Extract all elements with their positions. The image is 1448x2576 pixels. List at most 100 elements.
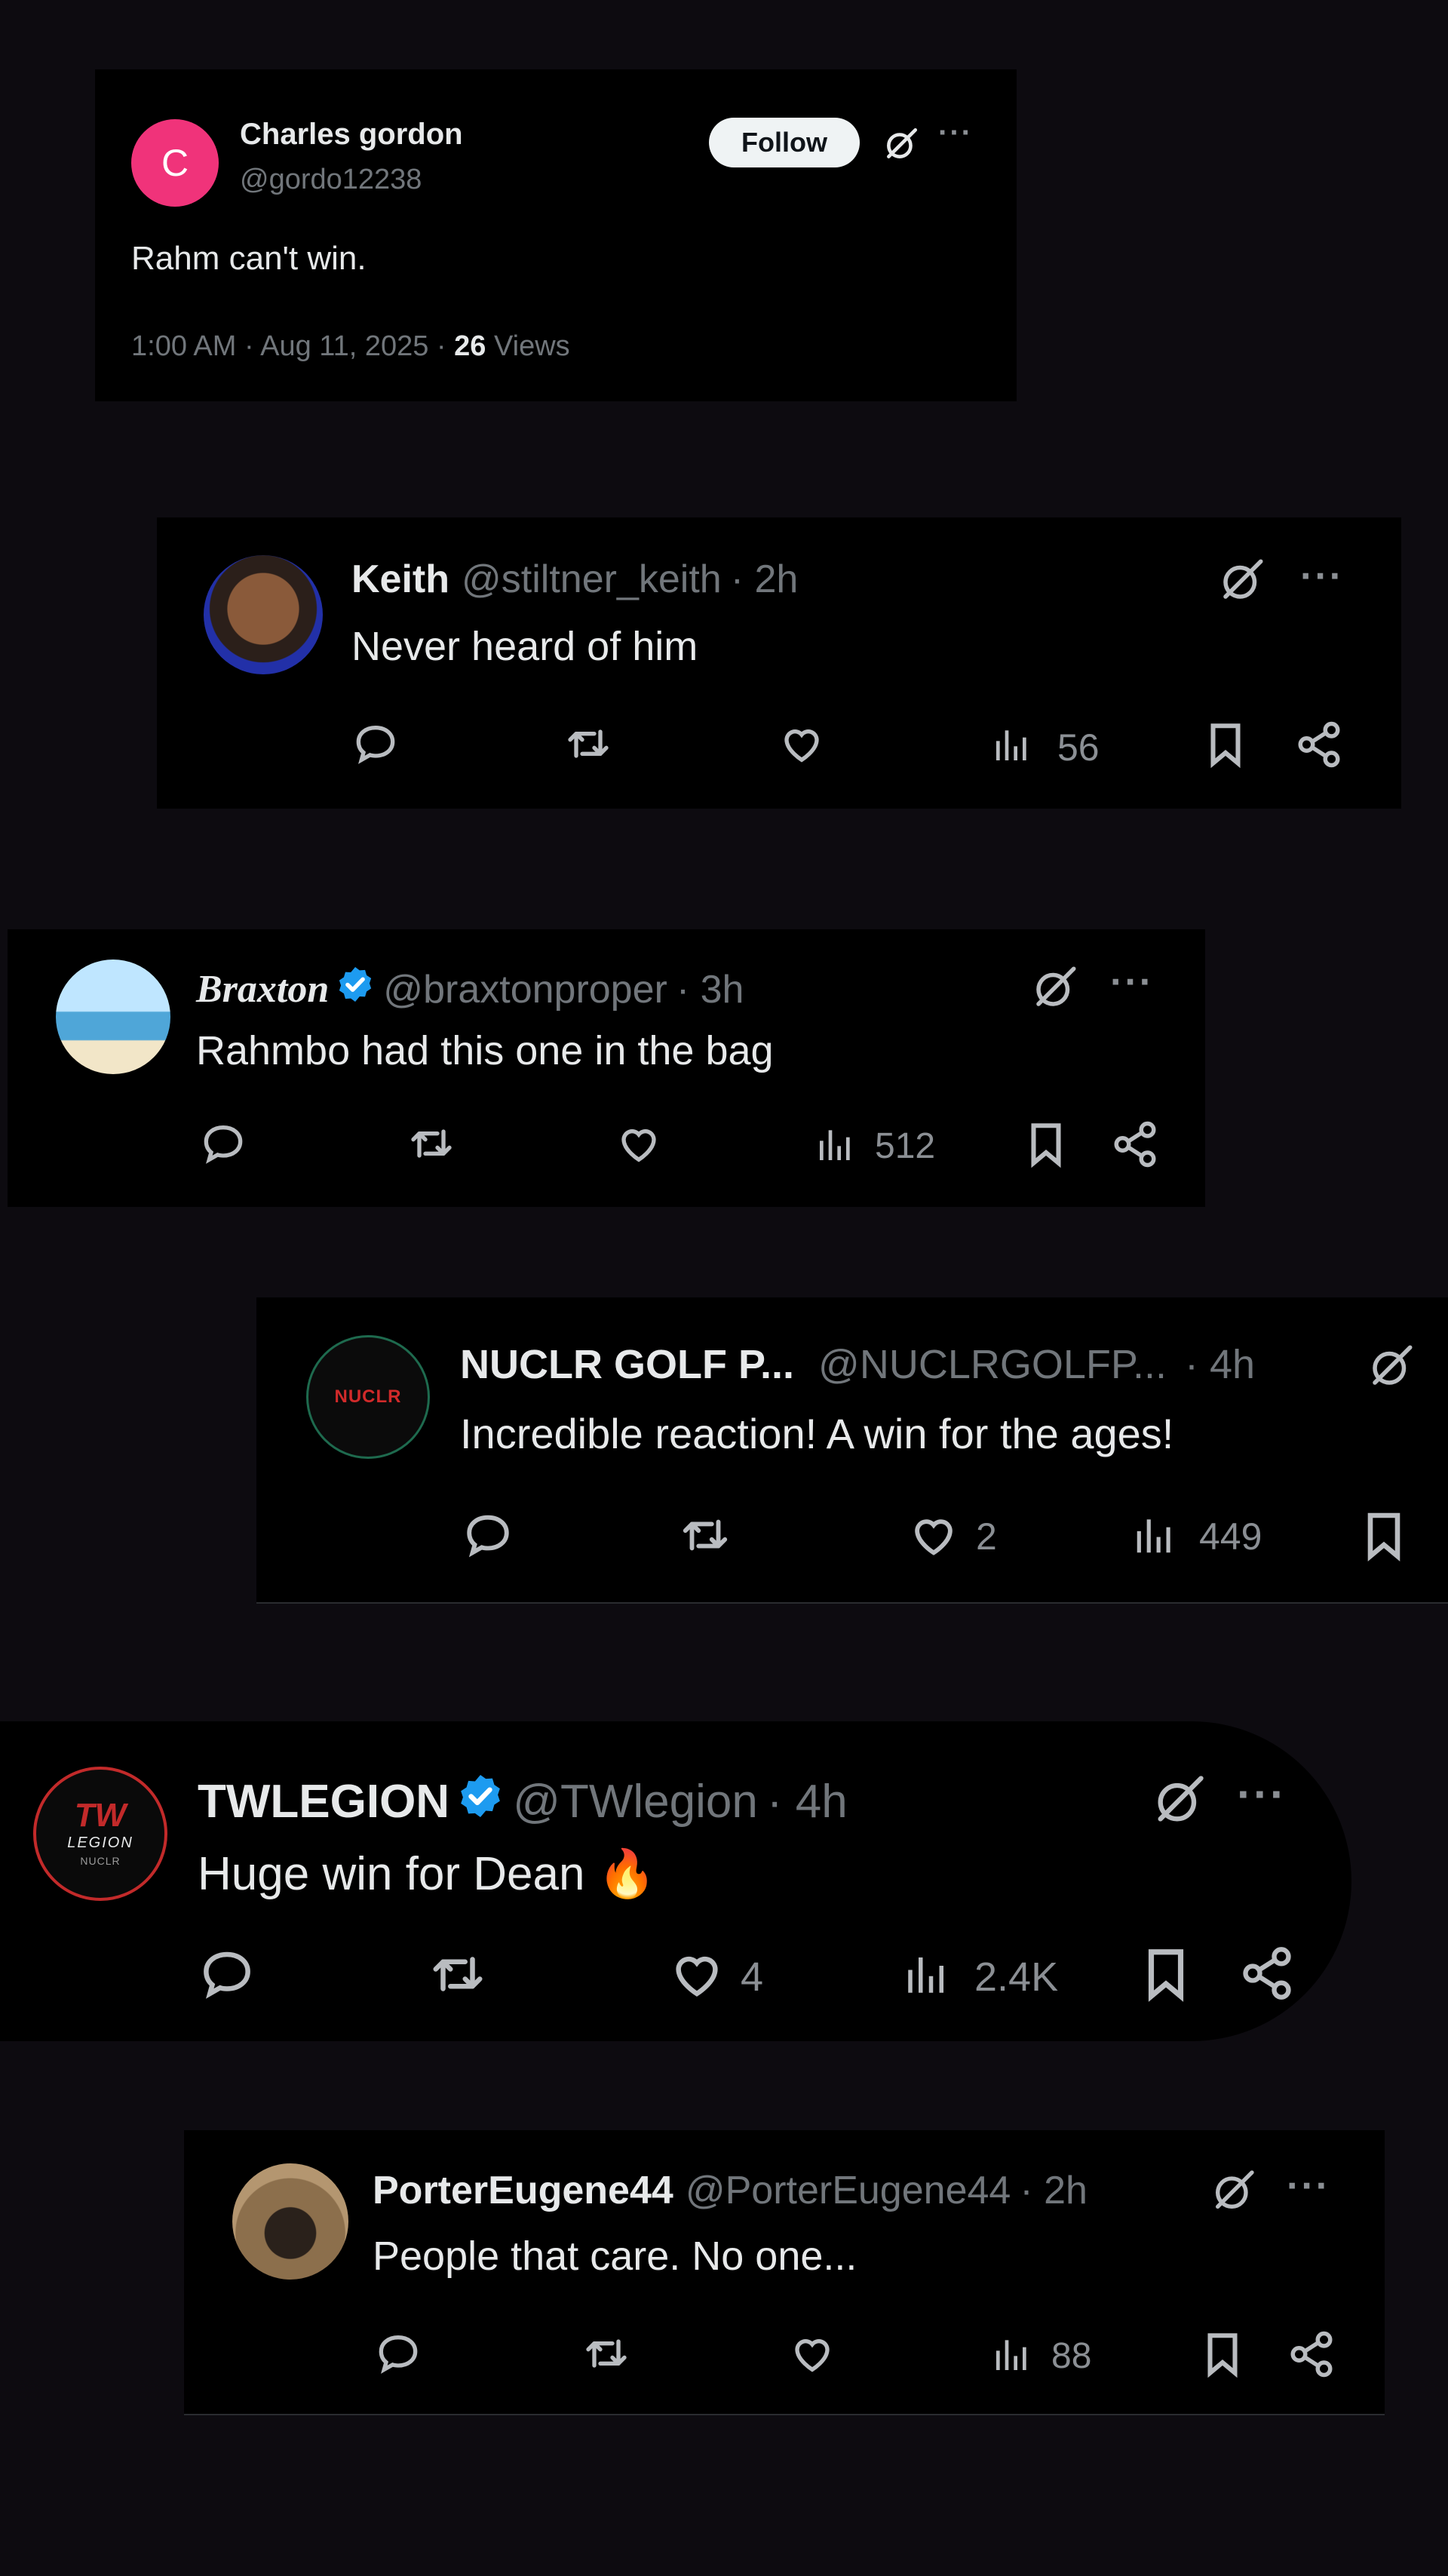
post-meta: 1:00 AM · Aug 11, 2025 · 26 Views — [131, 330, 570, 363]
avatar[interactable]: TW LEGION NUCLR — [33, 1767, 167, 1901]
author-handle[interactable]: @TWlegion — [513, 1775, 758, 1828]
reply-text: People that care. No one... — [373, 2234, 857, 2279]
author-name[interactable]: Braxton — [196, 967, 329, 1012]
reply-card-braxton[interactable]: Braxton @braxtonproper · 3h ··· Rahmbo h… — [8, 929, 1205, 1207]
heart-icon[interactable] — [614, 1119, 664, 1168]
reply-text: Rahmbo had this one in the bag — [196, 1028, 774, 1073]
repost-icon[interactable] — [404, 1119, 459, 1168]
reply-text: Incredible reaction! A win for the ages! — [460, 1410, 1174, 1457]
likes-count: 2 — [976, 1515, 997, 1558]
share-icon[interactable] — [1294, 720, 1344, 769]
reply-text: Huge win for Dean 🔥 — [198, 1847, 656, 1902]
reply-card-twlegion[interactable]: TW LEGION NUCLR TWLEGION @TWlegion · 4h … — [0, 1721, 1351, 2041]
bookmark-icon[interactable] — [1361, 1509, 1407, 1563]
avatar[interactable] — [204, 555, 323, 674]
avatar-logo-top: TW — [74, 1797, 127, 1834]
avatar-letter: C — [161, 142, 189, 184]
post-time: · 4h — [766, 1776, 848, 1828]
more-icon[interactable]: ··· — [1110, 959, 1154, 1005]
heart-icon[interactable] — [777, 720, 827, 768]
more-icon[interactable]: ··· — [938, 116, 973, 150]
bookmark-icon[interactable] — [1201, 2329, 1244, 2379]
reply-header: Braxton @braxtonproper · 3h — [196, 964, 744, 1015]
author-handle[interactable]: @stiltner_keith — [462, 557, 722, 602]
follow-button[interactable]: Follow — [709, 118, 860, 167]
bookmark-icon[interactable] — [1024, 1119, 1068, 1169]
repost-icon[interactable] — [676, 1509, 735, 1561]
avatar[interactable]: NUCLR — [306, 1335, 430, 1459]
author-handle[interactable]: @braxtonproper — [383, 967, 667, 1012]
repost-icon[interactable] — [561, 720, 615, 768]
repost-icon[interactable] — [579, 2329, 634, 2378]
reply-card-portereugene44[interactable]: PorterEugene44 @PorterEugene44 · 2h ··· … — [184, 2130, 1385, 2415]
author-handle[interactable]: @NUCLRGOLFP... — [818, 1341, 1167, 1388]
avatar-logo-bot: NUCLR — [80, 1855, 121, 1867]
views-count: 512 — [875, 1126, 936, 1166]
reply-header: PorterEugene44 @PorterEugene44 · 2h — [373, 2168, 1088, 2213]
author-name[interactable]: PorterEugene44 — [373, 2168, 673, 2213]
views-count: 88 — [1051, 2336, 1092, 2376]
views-icon[interactable] — [991, 2332, 1033, 2376]
author-name[interactable]: Keith — [351, 557, 449, 602]
views-label: Views — [486, 330, 570, 362]
verified-badge-icon — [335, 964, 376, 1015]
reply-icon[interactable] — [199, 1119, 247, 1168]
bookmark-icon[interactable] — [1140, 1945, 1192, 2003]
reply-icon[interactable] — [462, 1509, 514, 1561]
share-icon[interactable] — [1110, 1119, 1160, 1169]
author-name[interactable]: TWLEGION — [198, 1775, 449, 1828]
views-icon[interactable] — [814, 1122, 857, 1166]
reply-card-keith[interactable]: Keith @stiltner_keith · 2h ··· Never hea… — [157, 517, 1401, 809]
reply-icon[interactable] — [198, 1945, 256, 2003]
share-icon[interactable] — [1287, 2329, 1336, 2379]
views-icon[interactable] — [991, 723, 1033, 766]
grok-icon[interactable] — [1151, 1771, 1208, 1828]
avatar[interactable]: C — [131, 119, 219, 207]
avatar[interactable] — [56, 959, 170, 1074]
author-name[interactable]: Charles gordon — [240, 118, 463, 152]
more-icon[interactable]: ··· — [1300, 554, 1344, 599]
grok-icon[interactable] — [1217, 555, 1267, 605]
reply-icon[interactable] — [351, 720, 400, 768]
avatar[interactable] — [232, 2163, 348, 2280]
grok-icon[interactable] — [882, 125, 920, 163]
reply-header: NUCLR GOLF P... @NUCLRGOLFP... · 4h — [460, 1341, 1255, 1388]
reply-header: TWLEGION @TWlegion · 4h — [198, 1771, 848, 1832]
repost-icon[interactable] — [425, 1945, 490, 2003]
avatar-logo-mid: LEGION — [67, 1835, 133, 1851]
likes-count: 4 — [741, 1954, 764, 2000]
author-name[interactable]: NUCLR GOLF P... — [460, 1341, 794, 1388]
heart-icon[interactable] — [907, 1509, 961, 1561]
views-count: 2.4K — [974, 1954, 1059, 2000]
more-icon[interactable]: ··· — [1237, 1768, 1287, 1820]
reply-text-content: Huge win for Dean — [198, 1848, 585, 1900]
fire-emoji: 🔥 — [597, 1848, 656, 1900]
author-handle[interactable]: @PorterEugene44 — [686, 2168, 1011, 2213]
post-time: · 2h — [1020, 2169, 1088, 2212]
reply-text: Never heard of him — [351, 624, 698, 669]
verified-badge-icon — [456, 1771, 505, 1832]
share-icon[interactable] — [1238, 1945, 1296, 2002]
post-time: · 3h — [676, 967, 744, 1012]
avatar-logo-text: NUCLR — [334, 1386, 402, 1407]
views-count: 56 — [1057, 726, 1100, 769]
post-timestamp: 1:00 AM · Aug 11, 2025 · — [131, 330, 455, 362]
views-count: 449 — [1199, 1515, 1262, 1558]
more-icon[interactable]: ··· — [1287, 2163, 1330, 2209]
views-icon[interactable] — [1131, 1512, 1178, 1558]
grok-icon[interactable] — [1030, 963, 1080, 1012]
reply-header: Keith @stiltner_keith · 2h — [351, 557, 798, 602]
reply-card-nuclr-golf[interactable]: NUCLR NUCLR GOLF P... @NUCLRGOLFP... · 4… — [256, 1297, 1448, 1604]
reply-icon[interactable] — [374, 2329, 422, 2378]
grok-icon[interactable] — [1367, 1341, 1416, 1391]
main-post-card: C Charles gordon @gordo12238 Follow ··· … — [95, 69, 1017, 401]
bookmark-icon[interactable] — [1204, 720, 1247, 769]
grok-icon[interactable] — [1210, 2166, 1258, 2215]
post-time: · 2h — [730, 557, 799, 601]
author-handle[interactable]: @gordo12238 — [240, 164, 422, 196]
heart-icon[interactable] — [667, 1945, 727, 2003]
views-icon[interactable] — [902, 1948, 952, 2000]
post-text: Rahm can't win. — [131, 240, 367, 277]
heart-icon[interactable] — [787, 2329, 837, 2378]
views-count: 26 — [454, 330, 486, 362]
